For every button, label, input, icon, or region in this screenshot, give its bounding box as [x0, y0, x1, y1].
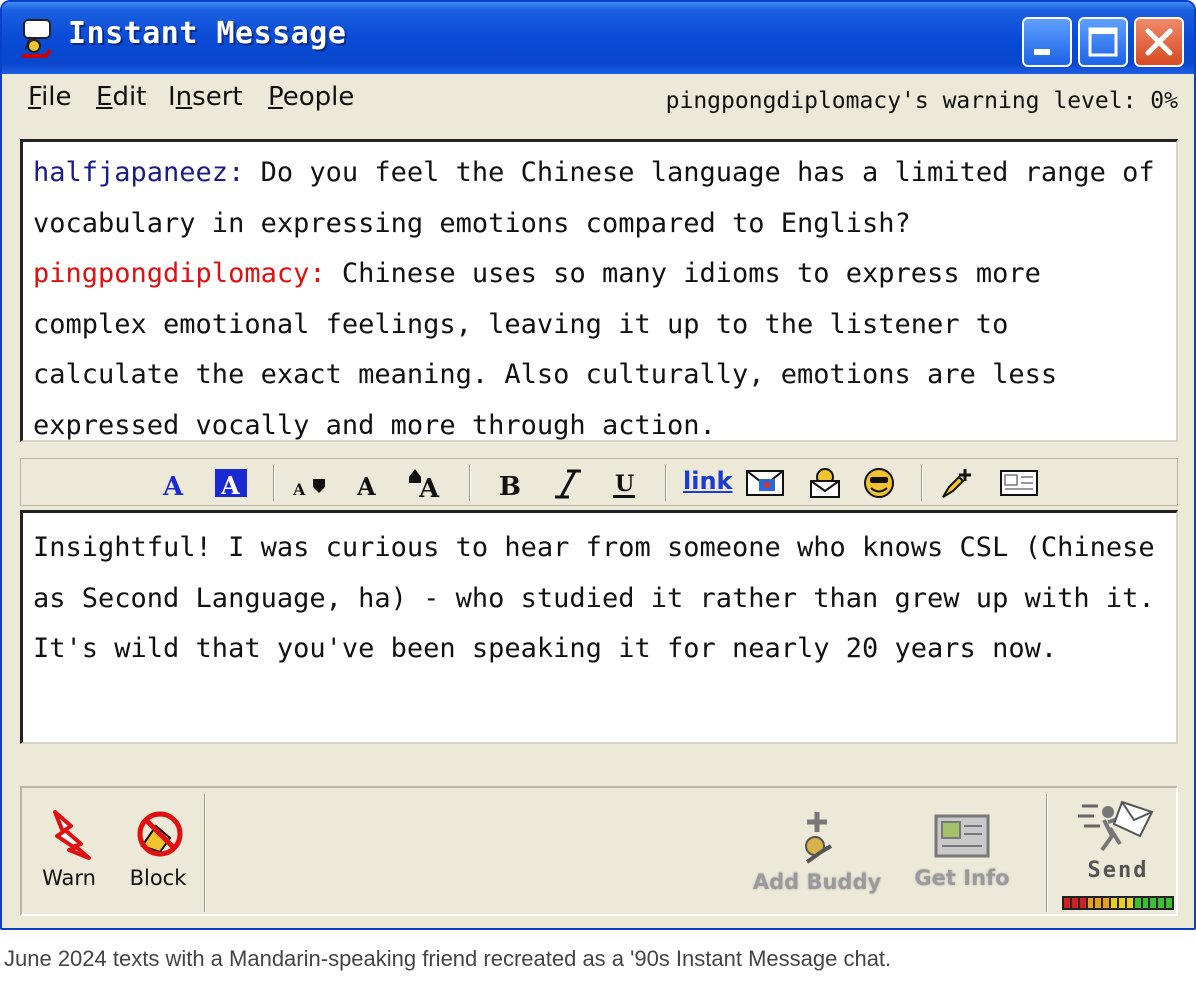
increase-font-icon[interactable]: A: [405, 463, 445, 503]
close-icon: [1145, 28, 1173, 56]
minimize-button[interactable]: [1022, 17, 1072, 67]
close-button[interactable]: [1134, 17, 1184, 67]
compose-text: Insightful! I was curious to hear from s…: [33, 532, 1155, 664]
background-color-icon[interactable]: A: [211, 463, 251, 503]
im-window: Instant Message File Edit Insert People …: [0, 0, 1196, 930]
buddy-info-icon: [934, 814, 990, 858]
maximize-icon: [1088, 27, 1118, 57]
chat-message: halfjapaneez: Do you feel the Chinese la…: [33, 148, 1166, 249]
menu-bar: File Edit Insert People pingpongdiplomac…: [2, 74, 1194, 126]
svg-text:B: B: [499, 472, 521, 502]
warn-button[interactable]: Warn: [34, 806, 104, 890]
block-button[interactable]: Block: [118, 806, 198, 890]
insert-link-button[interactable]: link: [683, 467, 733, 495]
block-label: Block: [129, 866, 187, 890]
maximize-button[interactable]: [1078, 17, 1128, 67]
image-caption: June 2024 texts with a Mandarin-speaking…: [4, 946, 892, 971]
chat-message: pingpongdiplomacy: Chinese uses so many …: [33, 249, 1166, 451]
warning-level: pingpongdiplomacy's warning level: 0%: [665, 88, 1178, 114]
italic-icon[interactable]: [547, 463, 587, 503]
warning-meter: [1062, 896, 1174, 910]
chat-log[interactable]: halfjapaneez: Do you feel the Chinese la…: [20, 139, 1178, 442]
action-separator: [204, 794, 206, 912]
menu-file[interactable]: File: [28, 82, 72, 112]
action-separator: [1046, 794, 1048, 912]
send-email-icon[interactable]: [805, 463, 845, 503]
bold-icon[interactable]: B: [489, 463, 529, 503]
svg-text:A: A: [220, 471, 240, 500]
menu-edit[interactable]: Edit: [96, 82, 146, 112]
get-info-label: Get Info: [914, 866, 1010, 890]
menu-people[interactable]: People: [268, 82, 354, 112]
toolbar-separator: [273, 465, 275, 501]
toolbar-separator: [921, 465, 923, 501]
text-color-icon[interactable]: A: [153, 463, 193, 503]
insert-card-icon[interactable]: [999, 463, 1039, 503]
svg-text:A: A: [356, 472, 376, 501]
aim-running-man-icon: [22, 19, 52, 58]
window-title: Instant Message: [68, 16, 347, 51]
underline-icon[interactable]: U: [605, 463, 645, 503]
send-button[interactable]: Send: [1068, 796, 1168, 883]
smiley-icon[interactable]: [859, 463, 899, 503]
toolbar-separator: [665, 465, 667, 501]
action-bar: Warn Block Add Buddy Get Info Send: [20, 786, 1178, 916]
svg-text:A: A: [162, 472, 184, 502]
insert-image-icon[interactable]: [745, 463, 785, 503]
add-link-icon[interactable]: [939, 463, 979, 503]
toolbar-separator: [469, 465, 471, 501]
sender-name: halfjapaneez:: [33, 157, 245, 188]
minimize-icon: [1034, 49, 1050, 55]
title-bar[interactable]: Instant Message: [2, 2, 1194, 74]
svg-text:U: U: [615, 471, 634, 497]
add-buddy-icon: [805, 812, 833, 864]
block-icon: [137, 811, 183, 857]
send-message-icon: [1078, 800, 1154, 852]
add-buddy-button[interactable]: Add Buddy: [752, 806, 882, 894]
format-toolbar: A A A A A B U link: [20, 458, 1178, 506]
menu-insert[interactable]: Insert: [168, 82, 243, 112]
svg-text:A: A: [418, 474, 440, 503]
lightning-warn-icon: [53, 810, 91, 860]
add-buddy-label: Add Buddy: [752, 870, 882, 894]
get-info-button[interactable]: Get Info: [902, 810, 1022, 890]
sender-name: pingpongdiplomacy:: [33, 258, 326, 289]
normal-font-icon[interactable]: A: [349, 463, 389, 503]
decrease-font-icon[interactable]: A: [291, 463, 331, 503]
send-label: Send: [1087, 858, 1149, 883]
warn-label: Warn: [42, 866, 96, 890]
svg-text:A: A: [292, 480, 306, 499]
compose-input[interactable]: Insightful! I was curious to hear from s…: [20, 510, 1178, 744]
